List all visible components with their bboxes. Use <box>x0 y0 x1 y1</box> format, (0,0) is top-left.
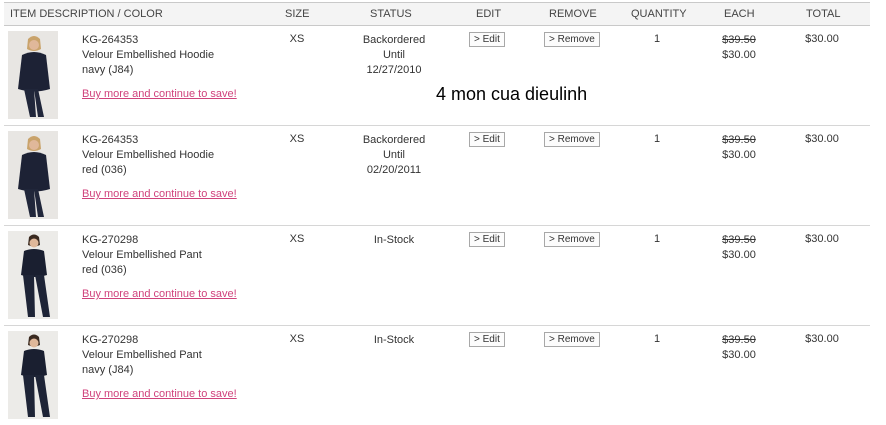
item-size: XS <box>289 133 305 145</box>
col-header-quantity: QUANTITY <box>631 8 687 20</box>
item-status: In-Stock <box>354 333 434 348</box>
col-header-remove: REMOVE <box>549 8 597 20</box>
item-sku: KG-270298 <box>82 334 139 346</box>
item-name: Velour Embellished Pant <box>82 249 202 261</box>
cart-row: KG-264353 Velour Embellished Hoodie navy… <box>4 26 870 126</box>
status-line: 02/20/2011 <box>366 164 422 176</box>
col-header-size: SIZE <box>285 8 310 20</box>
col-header-total: TOTAL <box>806 8 841 20</box>
item-size: XS <box>289 333 305 345</box>
item-price-each: $39.50 $30.00 <box>709 333 769 363</box>
product-thumbnail[interactable] <box>8 31 58 119</box>
status-line: In-Stock <box>373 334 415 346</box>
product-thumbnail[interactable] <box>8 131 58 219</box>
item-color: red (036) <box>82 164 127 176</box>
price-original: $39.50 <box>722 234 756 246</box>
item-price-each: $39.50 $30.00 <box>709 33 769 63</box>
item-quantity: 1 <box>653 233 661 245</box>
edit-button[interactable]: > Edit <box>469 332 505 347</box>
edit-button[interactable]: > Edit <box>469 132 505 147</box>
item-name: Velour Embellished Pant <box>82 349 202 361</box>
item-sku: KG-264353 <box>82 34 139 46</box>
item-price-each: $39.50 $30.00 <box>709 233 769 263</box>
item-sku: KG-270298 <box>82 234 139 246</box>
remove-button[interactable]: > Remove <box>544 232 600 247</box>
status-line: Backordered <box>362 34 426 46</box>
item-total: $30.00 <box>805 33 839 45</box>
col-header-item: ITEM DESCRIPTION / COLOR <box>10 8 163 20</box>
status-line: Backordered <box>362 134 426 146</box>
item-size: XS <box>289 33 305 45</box>
price-original: $39.50 <box>722 134 756 146</box>
cart-row: KG-270298 Velour Embellished Pant red (0… <box>4 226 870 326</box>
col-header-edit: EDIT <box>476 8 502 20</box>
item-total: $30.00 <box>805 233 839 245</box>
item-name: Velour Embellished Hoodie <box>82 49 215 61</box>
product-thumbnail[interactable] <box>8 231 58 319</box>
shopping-cart: ITEM DESCRIPTION / COLOR SIZE STATUS EDI… <box>4 2 870 425</box>
price-sale: $30.00 <box>722 249 756 261</box>
col-header-each: EACH <box>724 8 755 20</box>
remove-button[interactable]: > Remove <box>544 332 600 347</box>
item-color: navy (J84) <box>82 364 134 376</box>
remove-button[interactable]: > Remove <box>544 132 600 147</box>
price-original: $39.50 <box>722 334 756 346</box>
item-color: red (036) <box>82 264 127 276</box>
price-sale: $30.00 <box>722 149 756 161</box>
item-name: Velour Embellished Hoodie <box>82 149 215 161</box>
item-color: navy (J84) <box>82 64 134 76</box>
status-line: Until <box>382 149 405 161</box>
item-description: KG-270298 Velour Embellished Pant navy (… <box>82 333 202 378</box>
cart-row: KG-270298 Velour Embellished Pant navy (… <box>4 326 870 425</box>
item-description: KG-264353 Velour Embellished Hoodie navy… <box>82 33 214 78</box>
price-original: $39.50 <box>722 34 756 46</box>
buy-more-link[interactable]: Buy more and continue to save! <box>82 88 237 100</box>
item-description: KG-270298 Velour Embellished Pant red (0… <box>82 233 202 278</box>
item-quantity: 1 <box>653 333 661 345</box>
col-header-status: STATUS <box>370 8 412 20</box>
status-line: In-Stock <box>373 234 415 246</box>
price-sale: $30.00 <box>722 349 756 361</box>
item-size: XS <box>289 233 305 245</box>
item-total: $30.00 <box>805 333 839 345</box>
item-total: $30.00 <box>805 133 839 145</box>
status-line: Until <box>382 49 405 61</box>
overlay-caption: 4 mon cua dieulinh <box>436 84 588 104</box>
product-thumbnail[interactable] <box>8 331 58 419</box>
item-quantity: 1 <box>653 133 661 145</box>
item-status: Backordered Until 12/27/2010 <box>354 33 434 78</box>
status-line: 12/27/2010 <box>366 64 422 76</box>
edit-button[interactable]: > Edit <box>469 32 505 47</box>
cart-header-row: ITEM DESCRIPTION / COLOR SIZE STATUS EDI… <box>4 2 870 26</box>
item-sku: KG-264353 <box>82 134 139 146</box>
edit-button[interactable]: > Edit <box>469 232 505 247</box>
item-price-each: $39.50 $30.00 <box>709 133 769 163</box>
item-status: In-Stock <box>354 233 434 248</box>
buy-more-link[interactable]: Buy more and continue to save! <box>82 188 237 200</box>
item-description: KG-264353 Velour Embellished Hoodie red … <box>82 133 214 178</box>
item-quantity: 1 <box>653 33 661 45</box>
price-sale: $30.00 <box>722 49 756 61</box>
item-status: Backordered Until 02/20/2011 <box>354 133 434 178</box>
cart-row: KG-264353 Velour Embellished Hoodie red … <box>4 126 870 226</box>
remove-button[interactable]: > Remove <box>544 32 600 47</box>
buy-more-link[interactable]: Buy more and continue to save! <box>82 388 237 400</box>
buy-more-link[interactable]: Buy more and continue to save! <box>82 288 237 300</box>
